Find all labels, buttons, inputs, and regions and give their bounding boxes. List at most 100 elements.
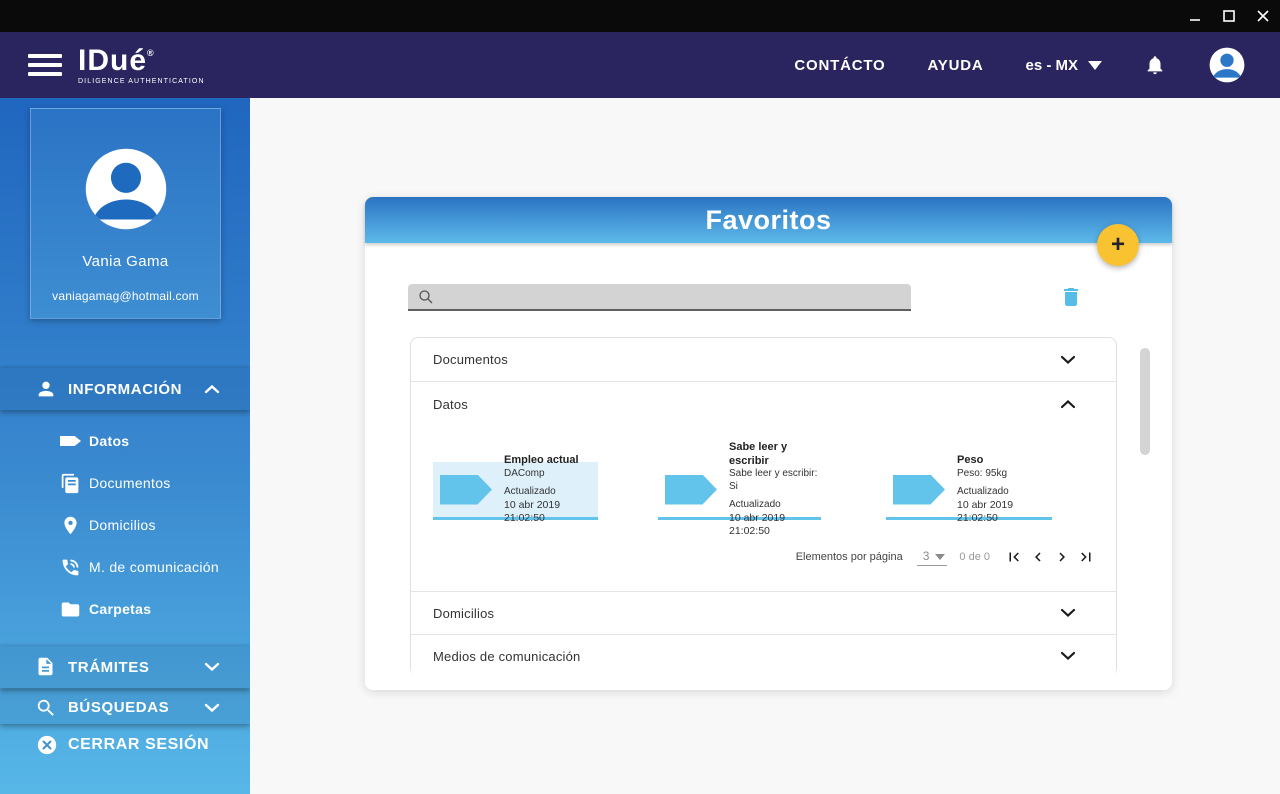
first-page-button[interactable] [1004, 547, 1024, 567]
accordion-row-datos[interactable]: Datos [411, 382, 1116, 426]
maximize-button[interactable] [1212, 0, 1246, 32]
sidebar-item-label: Datos [89, 433, 130, 449]
first-page-icon [1009, 552, 1019, 562]
sidebar-item-label: M. de comunicación [89, 559, 219, 575]
favorite-item-sabe-leer[interactable]: Sabe leer y escribir Sabe leer y escribi… [658, 441, 821, 537]
help-link[interactable]: AYUDA [928, 57, 984, 74]
main-content: Favoritos + Documentos Datos Empleo actu… [250, 98, 1280, 794]
app-header: IDué® DILIGENCE AUTHENTICATION CONTÁCTO … [0, 32, 1280, 98]
documents-icon [60, 473, 81, 494]
sidebar-section-busquedas[interactable]: BÚSQUEDAS [0, 691, 250, 724]
tag-icon [60, 431, 81, 452]
scrollbar-thumb[interactable] [1140, 348, 1150, 455]
sidebar-section-informacion[interactable]: INFORMACIÓN [0, 368, 250, 410]
favorite-updated-date: 10 abr 2019 21:02:50 [504, 498, 561, 524]
accordion-label: Medios de comunicación [433, 648, 581, 664]
search-input[interactable] [435, 284, 911, 309]
app-logo: IDué® DILIGENCE AUTHENTICATION [78, 43, 205, 85]
minimize-icon [1190, 19, 1200, 21]
language-value: es - MX [1025, 56, 1078, 74]
sidebar-nav-list: Datos Documentos Domicilios M. de comuni… [0, 420, 250, 630]
accordion-row-medios[interactable]: Medios de comunicación [411, 634, 1116, 677]
favorite-item-empleo-actual[interactable]: Empleo actual DAComp Actualizado 10 abr … [433, 454, 598, 524]
chevron-down-icon [1060, 608, 1076, 618]
person-icon [35, 378, 57, 400]
page-range: 0 de 0 [959, 551, 990, 563]
language-selector[interactable]: es - MX [1025, 57, 1102, 74]
sidebar-item-label: Carpetas [89, 601, 152, 617]
tag-icon [440, 474, 492, 505]
contact-link[interactable]: CONTÁCTO [794, 57, 885, 74]
favorite-item-peso[interactable]: Peso Peso: 95kg Actualizado 10 abr 2019 … [886, 454, 1052, 524]
sidebar-section-tramites[interactable]: TRÁMITES [0, 646, 250, 688]
chevron-down-icon [204, 662, 220, 672]
user-avatar[interactable] [1208, 46, 1246, 84]
registered-mark: ® [147, 47, 155, 58]
favorites-header: Favoritos [365, 197, 1172, 243]
accordion-label: Documentos [433, 352, 508, 367]
delete-button[interactable] [1059, 285, 1083, 309]
favorite-updated-date: 10 abr 2019 21:02:50 [729, 511, 786, 537]
profile-name: Vania Gama [82, 253, 169, 270]
logout-button[interactable]: CERRAR SESIÓN [0, 728, 250, 761]
sidebar-item-carpetas[interactable]: Carpetas [0, 588, 250, 630]
sidebar-section-label: TRÁMITES [68, 658, 150, 676]
next-page-icon [1059, 552, 1065, 562]
close-icon [1257, 10, 1269, 22]
tag-icon [893, 474, 945, 505]
sidebar-item-domicilios[interactable]: Domicilios [0, 504, 250, 546]
hamburger-icon[interactable] [28, 49, 62, 81]
logo-title: IDué [78, 43, 148, 77]
sidebar-item-documentos[interactable]: Documentos [0, 462, 250, 504]
profile-card: Vania Gama vaniagamag@hotmail.com [30, 108, 221, 319]
accordion-row-documentos[interactable]: Documentos [411, 338, 1116, 382]
favorite-title: Empleo actual [504, 454, 579, 466]
next-page-button[interactable] [1052, 547, 1072, 567]
sidebar: Vania Gama vaniagamag@hotmail.com INFORM… [0, 98, 250, 794]
phone-icon [60, 557, 81, 578]
sidebar-item-datos[interactable]: Datos [0, 420, 250, 462]
maximize-icon [1223, 10, 1235, 22]
sidebar-section-label: INFORMACIÓN [68, 380, 183, 398]
minimize-button[interactable] [1178, 0, 1212, 32]
favorite-updated-label: Actualizado [957, 486, 1009, 498]
favorite-updated-date: 10 abr 2019 21:02:50 [957, 498, 1014, 524]
accordion-row-domicilios[interactable]: Domicilios [411, 591, 1116, 634]
folder-icon [60, 599, 81, 620]
trash-icon [1064, 288, 1078, 306]
prev-page-button[interactable] [1028, 547, 1048, 567]
favorite-subtitle: DAComp [504, 467, 545, 479]
chevron-down-icon [935, 553, 946, 560]
favorite-title: Sabe leer y escribir [729, 440, 788, 467]
chevron-down-icon [1060, 651, 1076, 661]
favorites-card: Favoritos + Documentos Datos Empleo actu… [365, 197, 1172, 690]
file-icon [35, 656, 57, 678]
favorite-updated-label: Actualizado [729, 499, 781, 511]
chevron-down-icon [1060, 355, 1076, 365]
items-per-page-value: 3 [922, 548, 930, 563]
notifications-button[interactable] [1144, 53, 1166, 77]
last-page-button[interactable] [1076, 547, 1096, 567]
favorite-subtitle: Sabe leer y escribir: Si [729, 468, 818, 492]
page-title: Favoritos [705, 204, 832, 235]
prev-page-icon [1035, 552, 1041, 562]
items-per-page-select[interactable]: 3 [916, 548, 948, 566]
logo-subtitle: DILIGENCE AUTHENTICATION [78, 77, 205, 85]
add-favorite-button[interactable]: + [1097, 224, 1139, 266]
tag-icon [665, 474, 717, 505]
profile-avatar-icon [85, 148, 166, 230]
chevron-up-icon [204, 384, 220, 394]
avatar-icon [1209, 47, 1245, 83]
last-page-icon [1081, 552, 1091, 562]
chevron-up-icon [1060, 399, 1076, 409]
close-button[interactable] [1246, 0, 1280, 32]
favorite-updated-label: Actualizado [504, 486, 556, 498]
favorites-accordion: Documentos Datos Empleo actual DAComp Ac… [410, 337, 1117, 677]
search-field[interactable] [408, 284, 911, 311]
sidebar-item-medios-comunicacion[interactable]: M. de comunicación [0, 546, 250, 588]
favorite-title: Peso [957, 454, 984, 466]
sidebar-item-label: Documentos [89, 475, 171, 491]
accordion-label: Datos [433, 396, 468, 412]
location-icon [60, 515, 81, 536]
bell-icon [1147, 56, 1163, 75]
